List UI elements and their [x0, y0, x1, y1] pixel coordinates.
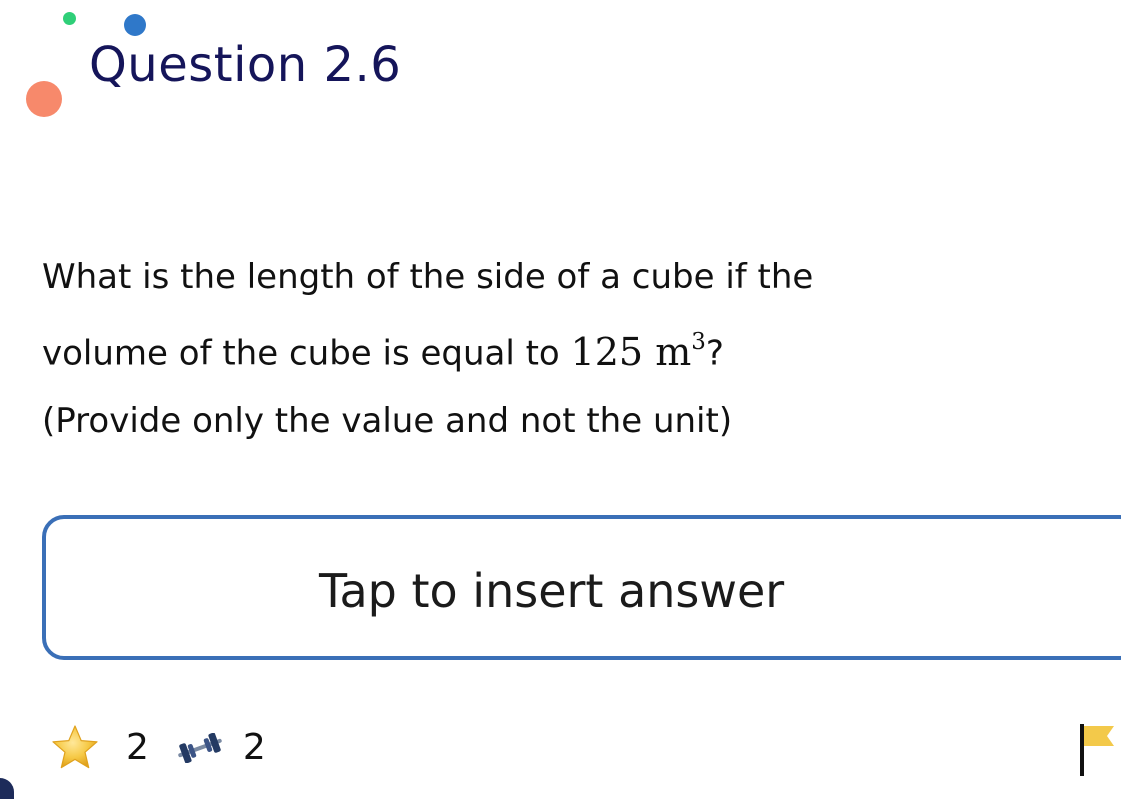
- flag-icon[interactable]: [1074, 720, 1118, 778]
- decorative-dot-green: [63, 12, 76, 25]
- question-text: What is the length of the side of a cube…: [42, 244, 1042, 455]
- strength-count: 2: [242, 727, 266, 768]
- math-exponent: 3: [691, 329, 706, 355]
- star-count: 2: [126, 727, 149, 768]
- question-line-2: volume of the cube is equal to 125 m3?: [42, 311, 1042, 388]
- footer-stats: 2 2: [50, 720, 266, 776]
- math-value: 125: [570, 329, 644, 374]
- star-icon: [52, 725, 98, 769]
- question-line-1: What is the length of the side of a cube…: [42, 257, 814, 297]
- math-unit: m: [655, 329, 692, 374]
- decorative-dot-orange: [26, 81, 62, 117]
- corner-decoration: [0, 778, 14, 799]
- question-line-2-suffix: ?: [705, 333, 724, 374]
- decorative-dot-blue: [124, 14, 146, 36]
- dumbbell-icon: [178, 733, 222, 763]
- answer-input[interactable]: Tap to insert answer: [42, 515, 1121, 660]
- question-line-3: (Provide only the value and not the unit…: [42, 400, 733, 441]
- question-title: Question 2.6: [89, 37, 402, 93]
- math-volume: 125 m3: [570, 329, 706, 374]
- question-line-2-prefix: volume of the cube is equal to: [42, 333, 560, 374]
- answer-placeholder: Tap to insert answer: [319, 564, 785, 618]
